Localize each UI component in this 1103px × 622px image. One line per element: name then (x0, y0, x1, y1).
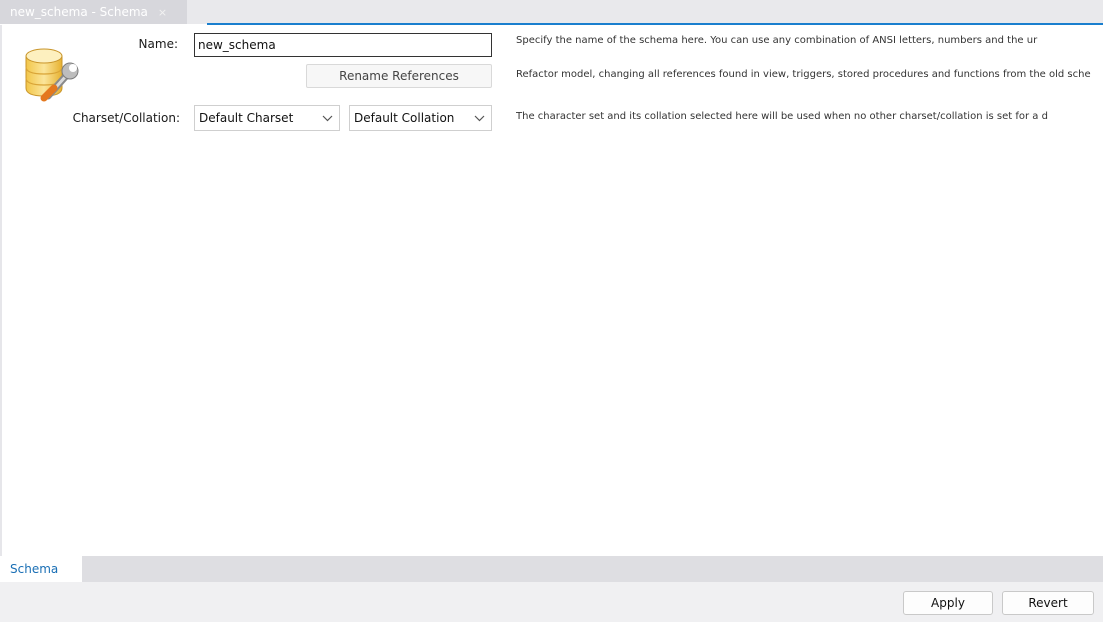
panel-border (0, 25, 2, 556)
action-footer: Apply Revert (0, 582, 1103, 622)
collation-value: Default Collation (354, 111, 455, 125)
document-tabstrip: new_schema - Schema × (0, 0, 1103, 24)
rename-hint: Refactor model, changing all references … (516, 69, 1091, 80)
name-hint: Specify the name of the schema here. You… (516, 35, 1038, 46)
collation-select[interactable]: Default Collation (349, 105, 492, 131)
close-icon[interactable]: × (158, 6, 167, 19)
chevron-down-icon (322, 106, 333, 139)
charset-collation-label: Charset/Collation: (72, 111, 180, 125)
tab-schema[interactable]: Schema (0, 556, 82, 582)
charset-select[interactable]: Default Charset (194, 105, 340, 131)
revert-button[interactable]: Revert (1002, 591, 1094, 615)
tab-title: new_schema - Schema (10, 5, 148, 19)
database-wrench-icon (22, 46, 86, 102)
apply-button[interactable]: Apply (903, 591, 993, 615)
charset-hint: The character set and its collation sele… (516, 111, 1048, 122)
rename-references-button[interactable]: Rename References (306, 64, 492, 88)
name-label: Name: (138, 37, 178, 51)
schema-editor-panel (0, 25, 1103, 556)
tab-new-schema[interactable]: new_schema - Schema × (0, 0, 187, 24)
chevron-down-icon (474, 106, 485, 139)
editor-subtabs: Schema (0, 556, 1103, 582)
schema-name-input[interactable]: new_schema (194, 33, 492, 57)
charset-value: Default Charset (199, 111, 294, 125)
